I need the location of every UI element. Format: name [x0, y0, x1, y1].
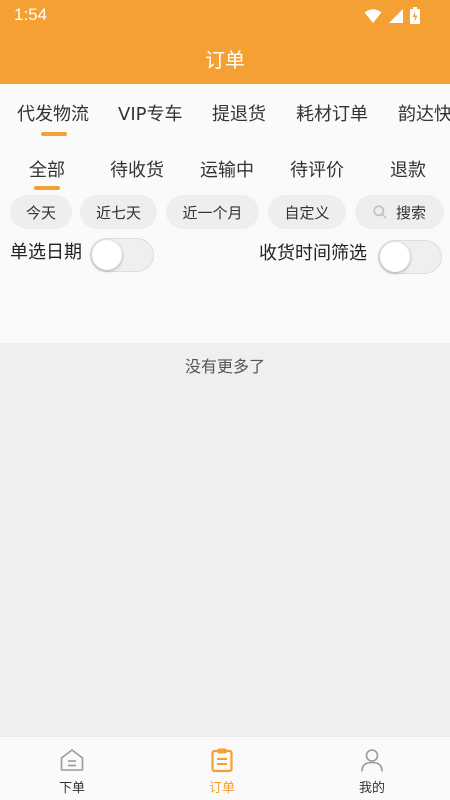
- status-icons: [364, 7, 420, 24]
- filter-custom-button[interactable]: 自定义: [268, 195, 346, 229]
- wifi-icon: [364, 8, 382, 23]
- nav-item-place-order[interactable]: 下单: [12, 737, 132, 800]
- filter-today-button[interactable]: 今天: [10, 195, 72, 229]
- filter-last-7-days-button[interactable]: 近七天: [80, 195, 157, 229]
- tab-vip-zhuan-che[interactable]: VIP专车: [118, 100, 182, 126]
- no-more-text: 没有更多了: [184, 357, 265, 376]
- search-label: 搜索: [395, 203, 426, 222]
- tab-ti-tui-huo[interactable]: 提退货: [212, 100, 266, 126]
- category-tab-indicator: [41, 132, 67, 136]
- tab-in-transit[interactable]: 运输中: [200, 156, 254, 182]
- page-title: 订单: [205, 48, 245, 72]
- toggle-filter-area: 单选日期 收货时间筛选: [0, 234, 450, 343]
- search-button[interactable]: 搜索: [355, 195, 444, 229]
- switch-knob: [92, 240, 122, 270]
- status-tabs: 全部 待收货 运输中 待评价 退款: [0, 140, 450, 192]
- tab-all[interactable]: 全部: [29, 156, 65, 182]
- search-icon: [373, 205, 387, 219]
- nav-label-place-order: 下单: [58, 781, 85, 796]
- single-date-switch[interactable]: [90, 238, 154, 272]
- tab-hao-cai-ding-dan[interactable]: 耗材订单: [296, 100, 368, 126]
- receive-time-filter-switch[interactable]: [378, 240, 442, 274]
- tab-dai-fa-wu-liu[interactable]: 代发物流: [17, 100, 89, 126]
- status-time: 1:54: [14, 5, 48, 24]
- date-filter-row: 今天 近七天 近一个月 自定义 搜索: [0, 192, 450, 234]
- clipboard-icon: [211, 748, 233, 773]
- status-bar: 1:54: [0, 0, 450, 30]
- bottom-nav: 下单 订单 我的: [0, 736, 450, 800]
- status-tab-indicator: [34, 186, 60, 190]
- switch-knob: [380, 242, 410, 272]
- nav-label-mine: 我的: [358, 781, 385, 796]
- nav-label-orders: 订单: [208, 781, 235, 796]
- person-icon: [361, 749, 383, 772]
- nav-item-mine[interactable]: 我的: [312, 737, 432, 800]
- filter-last-month-button[interactable]: 近一个月: [166, 195, 259, 229]
- nav-item-orders[interactable]: 订单: [162, 737, 282, 800]
- tab-pending-receipt[interactable]: 待收货: [110, 156, 164, 182]
- category-tabs: 代发物流 VIP专车 提退货 耗材订单 韵达快: [0, 84, 450, 140]
- receive-time-filter-label: 收货时间筛选: [259, 243, 367, 264]
- tab-pending-review[interactable]: 待评价: [290, 156, 344, 182]
- tab-yun-da-kuai[interactable]: 韵达快: [398, 100, 450, 126]
- single-date-label: 单选日期: [10, 242, 82, 263]
- home-icon: [60, 749, 84, 771]
- signal-icon: [389, 8, 403, 23]
- app-bar: 订单: [0, 30, 450, 84]
- battery-icon: [410, 7, 420, 24]
- tab-refund[interactable]: 退款: [390, 156, 426, 182]
